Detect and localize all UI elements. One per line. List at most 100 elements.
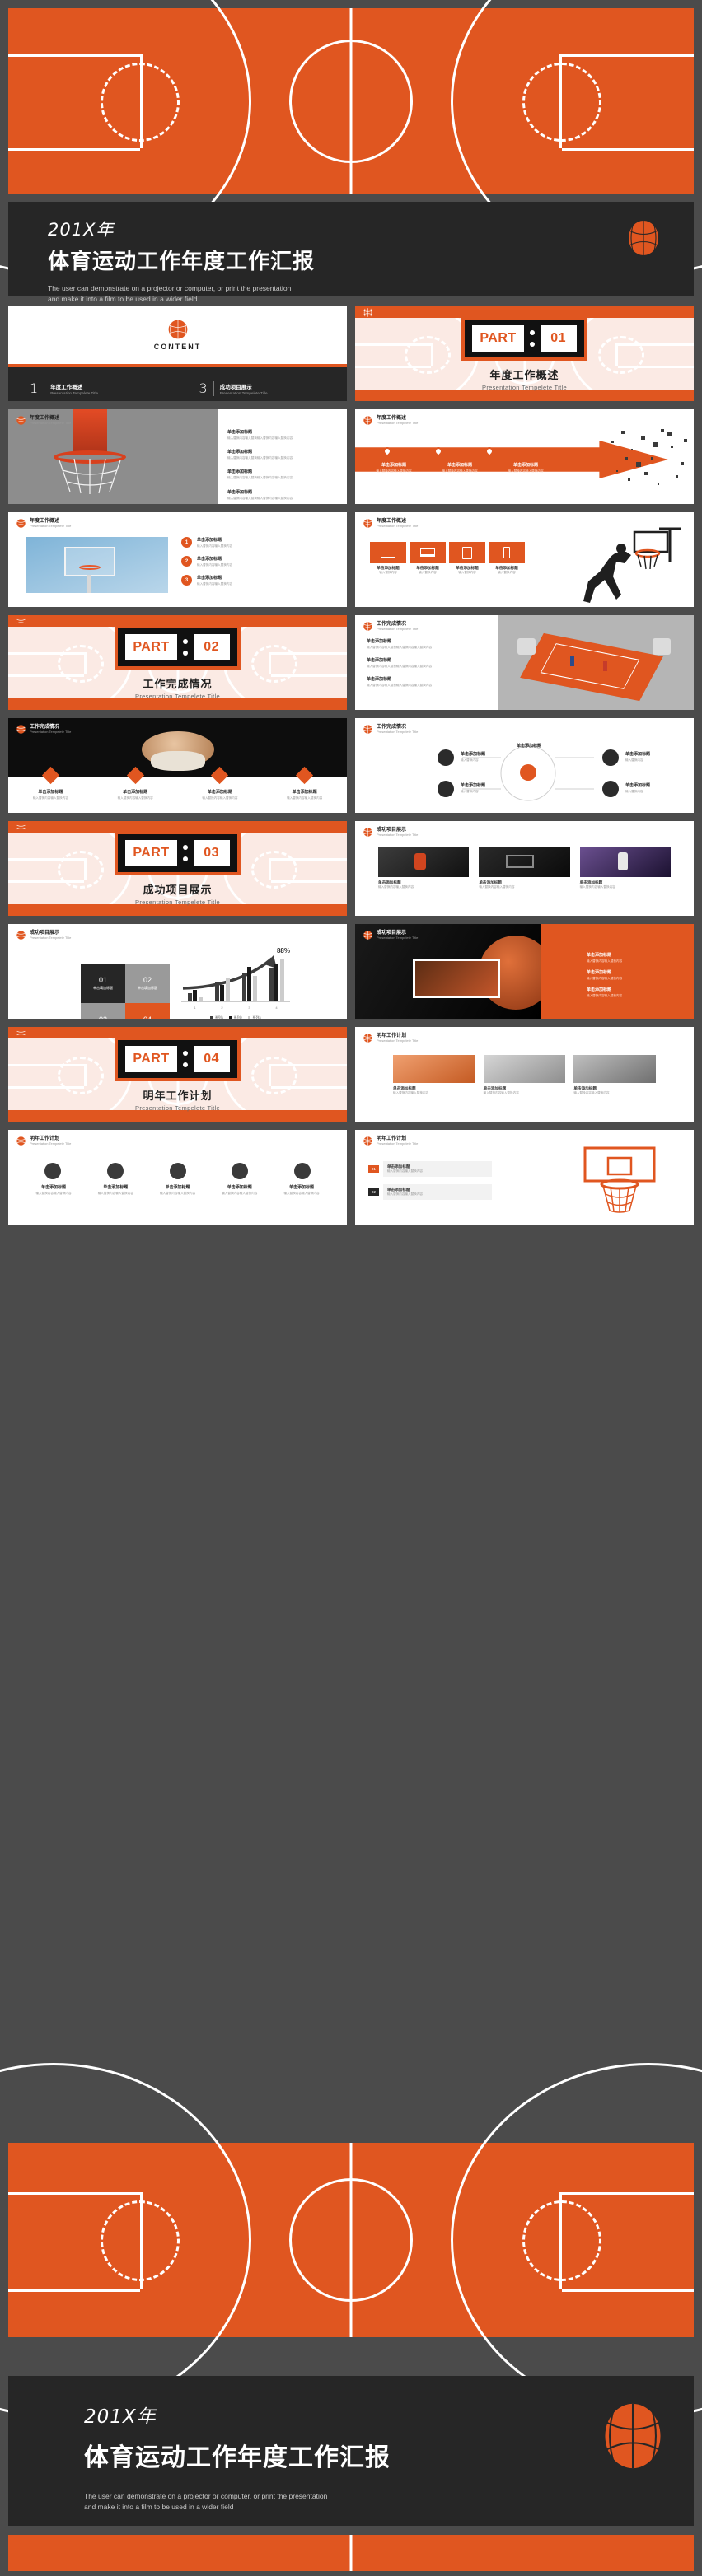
slide-contents[interactable]: CONTENT 1 年度工作概述 Presentation Tempelete … xyxy=(8,306,347,401)
text-block-body: 输入替换内容输入替换输入替换内容输入替换内容 xyxy=(227,456,293,460)
title-year: 201X年 xyxy=(48,220,115,240)
end-subtitle: The user can demonstrate on a projector … xyxy=(84,2491,391,2513)
scoreboard: PART 01 xyxy=(461,316,587,361)
slide-part-01[interactable]: PART 01 年度工作概述 Presentation Tempelete Ti… xyxy=(355,306,694,401)
text-block: 单击添加标题 输入替换内容输入替换输入替换内容输入替换内容 xyxy=(227,469,337,480)
chart-x-labels: 1 2 3 4 xyxy=(181,1006,290,1010)
pin-body: 输入替换内容输入替换内容 xyxy=(442,469,478,473)
text-block: 单击添加标题 输入替换内容输入替换输入替换内容输入替换内容 xyxy=(367,657,490,669)
pin-text-block: 单击添加标题 输入替换内容输入替换内容 xyxy=(370,462,418,474)
circle-heading: 单击添加标题 xyxy=(288,1185,314,1190)
node-body: 输入替换内容 xyxy=(461,790,479,793)
numbered-item: 2 单击添加标题 输入替换内容输入替换内容 xyxy=(181,556,335,567)
node-top-right[interactable] xyxy=(602,749,619,766)
slide-kpi-chart[interactable]: 成功项目展示 Presentation Tempelete Title 01 单… xyxy=(8,924,347,1019)
circle-node[interactable] xyxy=(294,1163,311,1179)
circle-heading: 单击添加标题 xyxy=(103,1185,129,1190)
device-item[interactable]: 单击添加标题 输入替换内容 xyxy=(410,542,446,575)
toc-item-1[interactable]: 1 年度工作概述 Presentation Tempelete Title xyxy=(8,376,178,401)
kpi-cell[interactable]: 03 单击填加标题 xyxy=(81,1003,125,1019)
kpi-cell[interactable]: 02 单击填加标题 xyxy=(125,964,170,1003)
kpi-cell[interactable]: 01 单击填加标题 xyxy=(81,964,125,1003)
node-top-left[interactable] xyxy=(438,749,454,766)
circle-node[interactable] xyxy=(232,1163,249,1179)
diamond-text-block: 单击添加标题 输入替换内容输入替换内容 xyxy=(269,789,340,800)
photo-card[interactable]: 单击添加标题 输入替换内容输入替换内容 xyxy=(479,847,570,889)
circle-node[interactable] xyxy=(106,1163,124,1179)
basketball-icon xyxy=(16,931,26,940)
slide-node-diagram[interactable]: 工作完成情况 Presentation Tempelete Title 单击添加… xyxy=(355,718,694,813)
part-title: 年度工作概述 xyxy=(489,369,559,381)
slide-dark-photo-panel[interactable]: 成功项目展示 Presentation Tempelete Title 单击添加… xyxy=(355,924,694,1019)
row-number: 02 xyxy=(368,1188,379,1197)
slide-part-03[interactable]: PART 03 成功项目展示 Presentation Tempelete Ti… xyxy=(8,821,347,916)
item-body: 输入替换内容输入替换内容 xyxy=(197,563,233,567)
slide-part-04[interactable]: PART 04 明年工作计划 Presentation Tempelete Ti… xyxy=(8,1027,347,1122)
pin-text-block: 单击添加标题 输入替换内容输入替换内容 xyxy=(436,462,484,474)
panel-heading: 单击添加标题 xyxy=(587,970,612,976)
pin-heading: 单击添加标题 xyxy=(381,463,406,468)
toc-item-3[interactable]: 3 成功项目展示 Presentation Tempelete Title xyxy=(178,376,348,401)
kpi-cell[interactable]: 04 单击填加标题 xyxy=(125,1003,170,1019)
slide-hoop-photo[interactable]: 年度工作概述 Presentation Tempelete Title 单击添加… xyxy=(8,409,347,504)
slide-hands-diamonds[interactable]: 工作完成情况 Presentation Tempelete Title 单击添加… xyxy=(8,718,347,813)
node-bottom-left[interactable] xyxy=(438,781,454,797)
card-thumb xyxy=(483,1055,566,1083)
slide-device-icons[interactable]: 年度工作概述 Presentation Tempelete Title 单击添加… xyxy=(355,512,694,607)
slide-three-photos[interactable]: 成功项目展示 Presentation Tempelete Title 单击添加… xyxy=(355,821,694,916)
basketball-icon xyxy=(629,221,658,255)
hoop-row[interactable]: 01 单击添加标题 输入替换内容输入替换内容 xyxy=(368,1161,492,1178)
hoop-row[interactable]: 02 单击添加标题 输入替换内容输入替换内容 xyxy=(368,1184,492,1201)
circle-node[interactable] xyxy=(169,1163,186,1179)
photo-card[interactable]: 单击添加标题 输入替换内容输入替换内容 xyxy=(579,847,671,889)
slide-arrow-pins[interactable]: 年度工作概述 Presentation Tempelete Title 单击添加… xyxy=(355,409,694,504)
end-title: 体育运动工作年度工作汇报 xyxy=(84,2444,391,2471)
basketball-icon xyxy=(16,725,26,735)
basketball-icon xyxy=(16,519,26,529)
slide-backboard-list[interactable]: 年度工作概述 Presentation Tempelete Title 1 单击… xyxy=(8,512,347,607)
text-block: 单击添加标题 输入替换内容输入替换输入替换内容输入替换内容 xyxy=(227,489,337,501)
info-card[interactable]: 单击添加标题 输入替换内容输入替换内容 xyxy=(393,1055,475,1095)
basketball-icon xyxy=(168,320,187,339)
device-item[interactable]: 单击添加标题 输入替换内容 xyxy=(489,542,525,575)
scoreboard-dots xyxy=(182,845,188,861)
slide-part-02[interactable]: PART 02 工作完成情况 Presentation Tempelete Ti… xyxy=(8,615,347,710)
footer-court-strip xyxy=(8,2535,694,2571)
info-card[interactable]: 单击添加标题 输入替换内容输入替换内容 xyxy=(483,1055,566,1095)
slide-five-circles[interactable]: 明年工作计划 Presentation Tempelete Title 单击添加… xyxy=(8,1130,347,1225)
end-subtitle-line1: The user can demonstrate on a projector … xyxy=(84,2492,328,2500)
slide-three-cards[interactable]: 明年工作计划 Presentation Tempelete Title 单击添加… xyxy=(355,1027,694,1122)
diamond-body: 输入替换内容输入替换内容 xyxy=(202,796,238,800)
device-item[interactable]: 单击添加标题 输入替换内容 xyxy=(370,542,406,575)
device-body: 输入替换内容 xyxy=(419,571,437,574)
device-item[interactable]: 单击添加标题 输入替换内容 xyxy=(449,542,485,575)
scoreboard-dots xyxy=(529,330,535,347)
x-tick: 1 xyxy=(194,1006,196,1010)
slide-iso-court[interactable]: 工作完成情况 Presentation Tempelete Title 单击添加… xyxy=(355,615,694,710)
part-label: PART xyxy=(125,840,177,866)
node-body: 输入替换内容 xyxy=(461,758,479,762)
circle-text-block: 单击添加标题 输入替换内容输入替换内容 xyxy=(151,1184,205,1196)
toc-item-title: 年度工作概述 xyxy=(50,384,83,390)
slide-hoop-rows[interactable]: 明年工作计划 Presentation Tempelete Title 01 单… xyxy=(355,1130,694,1225)
node-bottom-right[interactable] xyxy=(602,781,619,797)
photo-card[interactable]: 单击添加标题 输入替换内容输入替换内容 xyxy=(378,847,470,889)
circle-text-block: 单击添加标题 输入替换内容输入替换内容 xyxy=(88,1184,143,1196)
part-subtitle: Presentation Tempelete Title xyxy=(135,693,220,700)
slide-header-subtitle: Presentation Tempelete Title xyxy=(30,524,72,529)
slide-header-subtitle: Presentation Tempelete Title xyxy=(377,421,419,426)
node-center[interactable] xyxy=(520,764,536,781)
circle-node[interactable] xyxy=(44,1163,61,1179)
pin-body: 输入替换内容输入替换内容 xyxy=(508,469,544,473)
diamond-heading: 单击添加标题 xyxy=(123,790,148,795)
legend-entry: 系列3 xyxy=(247,1015,261,1019)
node-text-block: 单击添加标题 输入替换内容 xyxy=(625,751,675,763)
circle-body: 输入替换内容输入替换内容 xyxy=(35,1192,72,1195)
scoreboard-dots xyxy=(182,639,188,656)
bar-group xyxy=(214,978,230,1002)
text-block-body: 输入替换内容输入替换输入替换内容输入替换内容 xyxy=(367,684,433,688)
info-card[interactable]: 单击添加标题 输入替换内容输入替换内容 xyxy=(573,1055,657,1095)
scoreboard-dots xyxy=(182,1051,188,1067)
part-label: PART xyxy=(125,634,177,660)
diamond-body: 输入替换内容输入替换内容 xyxy=(117,796,153,800)
